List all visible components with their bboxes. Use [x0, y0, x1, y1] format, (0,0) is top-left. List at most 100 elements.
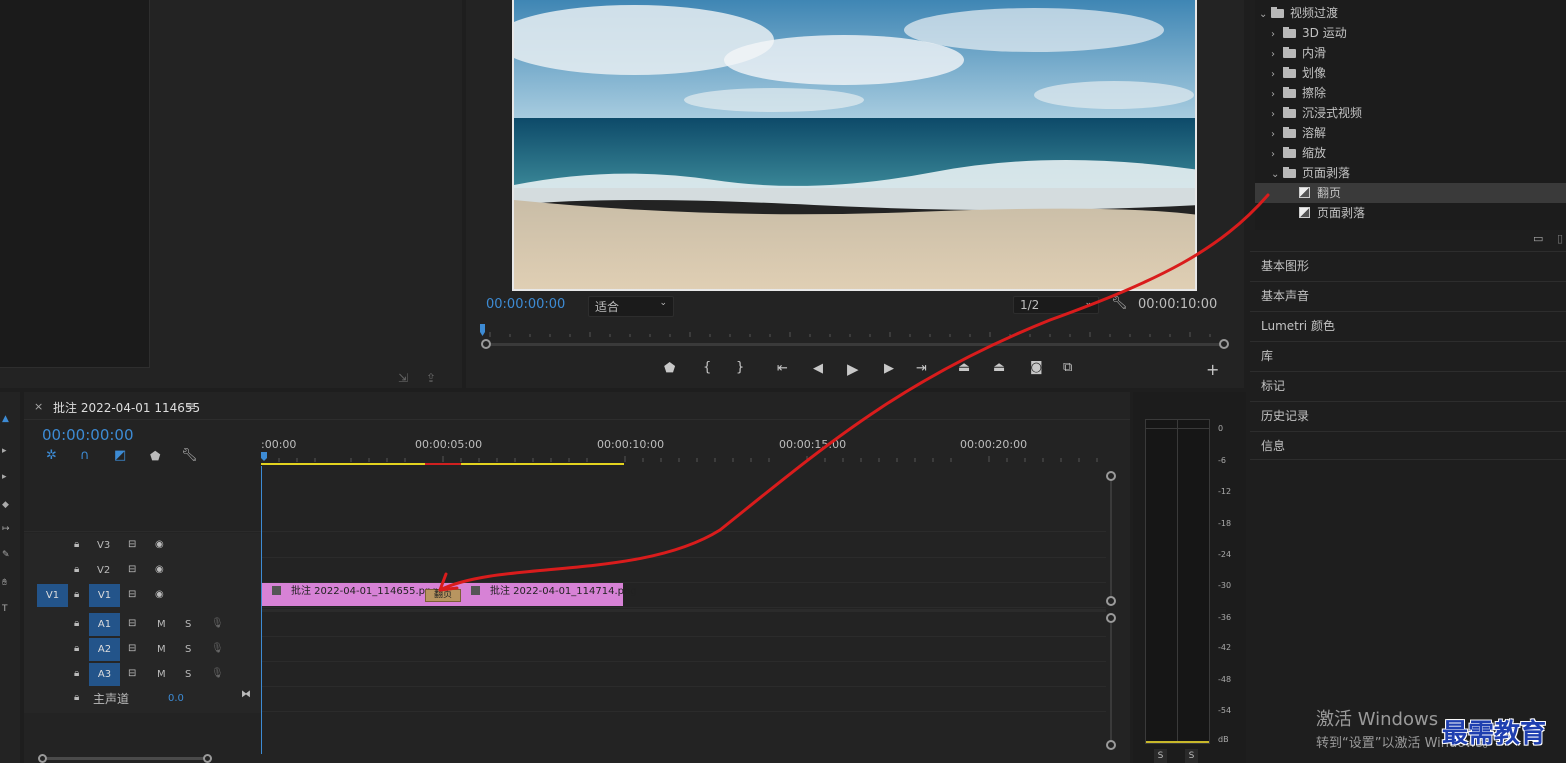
eye-icon[interactable]: ◉ [155, 564, 164, 575]
timeline-ruler-ticks[interactable] [261, 422, 1106, 466]
playhead-line[interactable] [261, 466, 262, 754]
program-time-ruler[interactable] [480, 324, 1224, 338]
button-editor-icon[interactable]: ⇪ [426, 371, 436, 385]
track-label-v1[interactable]: V1 [89, 584, 120, 607]
slip-tool-icon[interactable]: ↦ [2, 524, 10, 534]
lock-icon[interactable]: 🔒︎ [74, 539, 79, 550]
panel-history[interactable]: 历史记录 [1250, 401, 1566, 430]
sync-lock-icon[interactable]: ⊟ [128, 618, 136, 629]
lock-icon[interactable]: 🔒︎ [74, 643, 79, 654]
audio-scrollbar[interactable] [1110, 623, 1112, 740]
comparison-view-icon[interactable]: ⧉ [1063, 360, 1072, 375]
sync-lock-icon[interactable]: ⊟ [128, 564, 136, 575]
panel-essential-graphics[interactable]: 基本图形 [1250, 251, 1566, 280]
mute-button[interactable]: M [157, 619, 166, 630]
lock-icon[interactable]: 🔒︎ [74, 589, 79, 600]
track-label-a3[interactable]: A3 [89, 663, 120, 686]
ripple-edit-tool-icon[interactable]: ▸ [2, 472, 7, 482]
transition-page-turn[interactable]: 翻页 [425, 589, 461, 602]
tree-folder-video-transitions[interactable]: ⌄ 视频过渡 [1255, 3, 1566, 23]
timeline-timecode[interactable]: 00:00:00:00 [42, 426, 134, 444]
track-label-v2[interactable]: V2 [97, 565, 110, 576]
extract-icon[interactable]: ⏏︎ [993, 360, 1005, 375]
snap-magnet-icon[interactable]: ∩ [80, 448, 90, 463]
tree-folder-wipe[interactable]: › 擦除 [1255, 83, 1566, 103]
type-tool-icon[interactable]: T [2, 604, 8, 614]
mute-button[interactable]: M [157, 669, 166, 680]
video-scroll-top[interactable] [1106, 471, 1116, 481]
solo-left-button[interactable]: S [1154, 749, 1167, 763]
step-forward-icon[interactable]: ▶︎ [884, 361, 894, 376]
audio-scroll-bottom[interactable] [1106, 740, 1116, 750]
track-label-a1[interactable]: A1 [89, 613, 120, 636]
tab-menu-icon[interactable]: ≡ [186, 399, 196, 413]
solo-button[interactable]: S [185, 669, 191, 680]
tree-folder-page-peel[interactable]: ⌄ 页面剥落 [1255, 163, 1566, 183]
master-volume-value[interactable]: 0.0 [168, 693, 184, 704]
program-zoom-bar[interactable] [481, 339, 1229, 350]
tree-folder-3d-motion[interactable]: › 3D 运动 [1255, 23, 1566, 43]
play-icon[interactable]: ▶︎ [847, 360, 859, 378]
eye-icon[interactable]: ◉ [155, 589, 164, 600]
tree-effect-page-turn[interactable]: 翻页 [1255, 183, 1566, 203]
pen-tool-icon[interactable]: ✎ [2, 550, 10, 560]
go-to-end-icon[interactable]: ⧓ [241, 689, 251, 700]
zoom-handle-right[interactable] [1219, 339, 1229, 349]
tree-folder-iris[interactable]: › 划像 [1255, 63, 1566, 83]
sync-lock-icon[interactable]: ⊟ [128, 589, 136, 600]
step-back-icon[interactable]: ◀︎ [813, 361, 823, 376]
lock-icon[interactable]: 🔒︎ [74, 692, 79, 703]
lock-icon[interactable]: 🔒︎ [74, 618, 79, 629]
track-label-v3[interactable]: V3 [97, 540, 110, 551]
razor-tool-icon[interactable]: ◆ [2, 500, 9, 510]
mark-in-icon[interactable]: { [703, 360, 711, 375]
delete-icon[interactable]: ▯ [1557, 232, 1563, 245]
go-to-out-icon[interactable]: ⇥ [916, 361, 927, 376]
sync-lock-icon[interactable]: ⊟ [128, 668, 136, 679]
panel-essential-sound[interactable]: 基本声音 [1250, 281, 1566, 310]
mark-out-icon[interactable]: } [736, 360, 744, 375]
mute-button[interactable]: M [157, 644, 166, 655]
microphone-icon[interactable]: 🎙︎ [211, 668, 224, 679]
add-marker-icon[interactable]: ⬟ [150, 449, 160, 463]
hand-tool-icon[interactable]: ✋︎ [2, 578, 7, 588]
clip-2[interactable]: 批注 2022-04-01_114714.png [461, 583, 637, 606]
lock-icon[interactable]: 🔒︎ [74, 564, 79, 575]
wrench-icon[interactable]: 🔧︎ [1111, 296, 1128, 311]
selection-tool-icon[interactable]: ▲ [2, 414, 9, 424]
video-scroll-bottom[interactable] [1106, 596, 1116, 606]
zoom-handle-left[interactable] [481, 339, 491, 349]
microphone-icon[interactable]: 🎙︎ [211, 618, 224, 629]
lift-icon[interactable]: ⏏︎ [958, 360, 970, 375]
fit-dropdown[interactable]: 适合 ⌄ [588, 296, 674, 317]
new-bin-icon[interactable]: ▭ [1533, 232, 1543, 245]
track-select-tool-icon[interactable]: ▸ [2, 446, 7, 456]
close-icon[interactable]: × [34, 400, 43, 413]
video-scrollbar[interactable] [1110, 481, 1112, 596]
lock-icon[interactable]: 🔒︎ [74, 668, 79, 679]
sync-lock-icon[interactable]: ⊟ [128, 643, 136, 654]
timeline-horizontal-scrollbar[interactable] [38, 754, 212, 763]
tree-folder-immersive-video[interactable]: › 沉浸式视频 [1255, 103, 1566, 123]
solo-button[interactable]: S [185, 644, 191, 655]
export-frame-icon[interactable]: ⇲ [398, 371, 408, 385]
add-button-icon[interactable]: + [1206, 360, 1219, 379]
camera-icon[interactable]: ◙ [1030, 360, 1043, 375]
track-label-a2[interactable]: A2 [89, 638, 120, 661]
tree-folder-slide[interactable]: › 内滑 [1255, 43, 1566, 63]
resolution-dropdown[interactable]: 1/2 ⌄ [1013, 296, 1099, 314]
go-to-in-icon[interactable]: ⇤ [777, 361, 788, 376]
sync-lock-icon[interactable]: ⊟ [128, 539, 136, 550]
microphone-icon[interactable]: 🎙︎ [211, 643, 224, 654]
tree-effect-page-peel[interactable]: 页面剥落 [1255, 203, 1566, 223]
program-timecode[interactable]: 00:00:00:00 [486, 297, 565, 312]
tree-folder-dissolve[interactable]: › 溶解 [1255, 123, 1566, 143]
panel-markers[interactable]: 标记 [1250, 371, 1566, 400]
panel-libraries[interactable]: 库 [1250, 341, 1566, 370]
tree-folder-zoom[interactable]: › 缩放 [1255, 143, 1566, 163]
audio-scroll-top[interactable] [1106, 613, 1116, 623]
clip-1[interactable]: 批注 2022-04-01_114655.png [262, 583, 440, 606]
panel-info[interactable]: 信息 [1250, 431, 1566, 460]
source-patch-v1[interactable]: V1 [37, 584, 68, 607]
wrench-icon[interactable]: 🔧︎ [181, 448, 198, 463]
